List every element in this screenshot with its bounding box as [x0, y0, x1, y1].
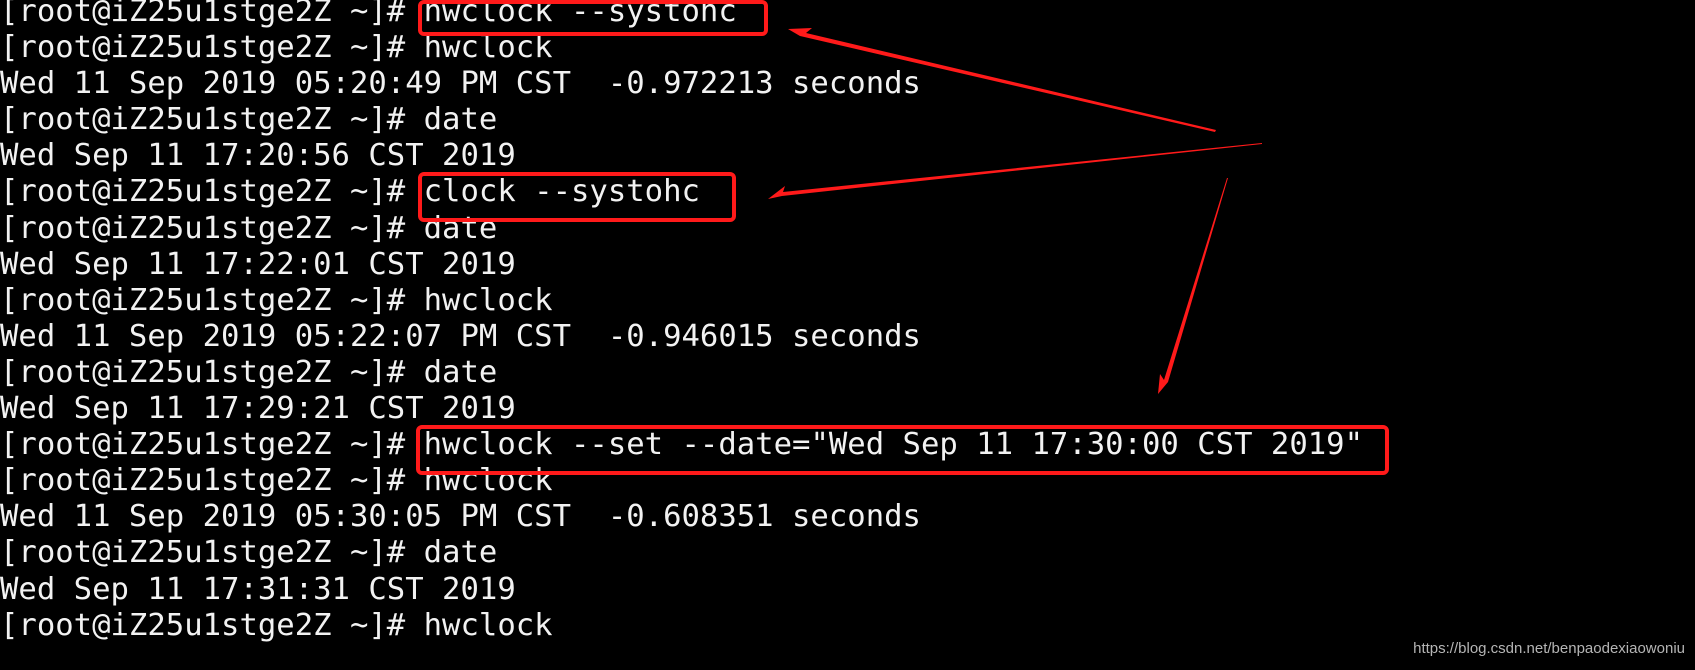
arrow-to-box-2 [768, 143, 1262, 199]
arrow-to-box-3 [1158, 178, 1228, 394]
watermark: https://blog.csdn.net/benpaodexiaowoniu [1413, 640, 1685, 657]
arrow-to-box-1 [788, 28, 1216, 132]
annotation-arrows [768, 28, 1262, 394]
